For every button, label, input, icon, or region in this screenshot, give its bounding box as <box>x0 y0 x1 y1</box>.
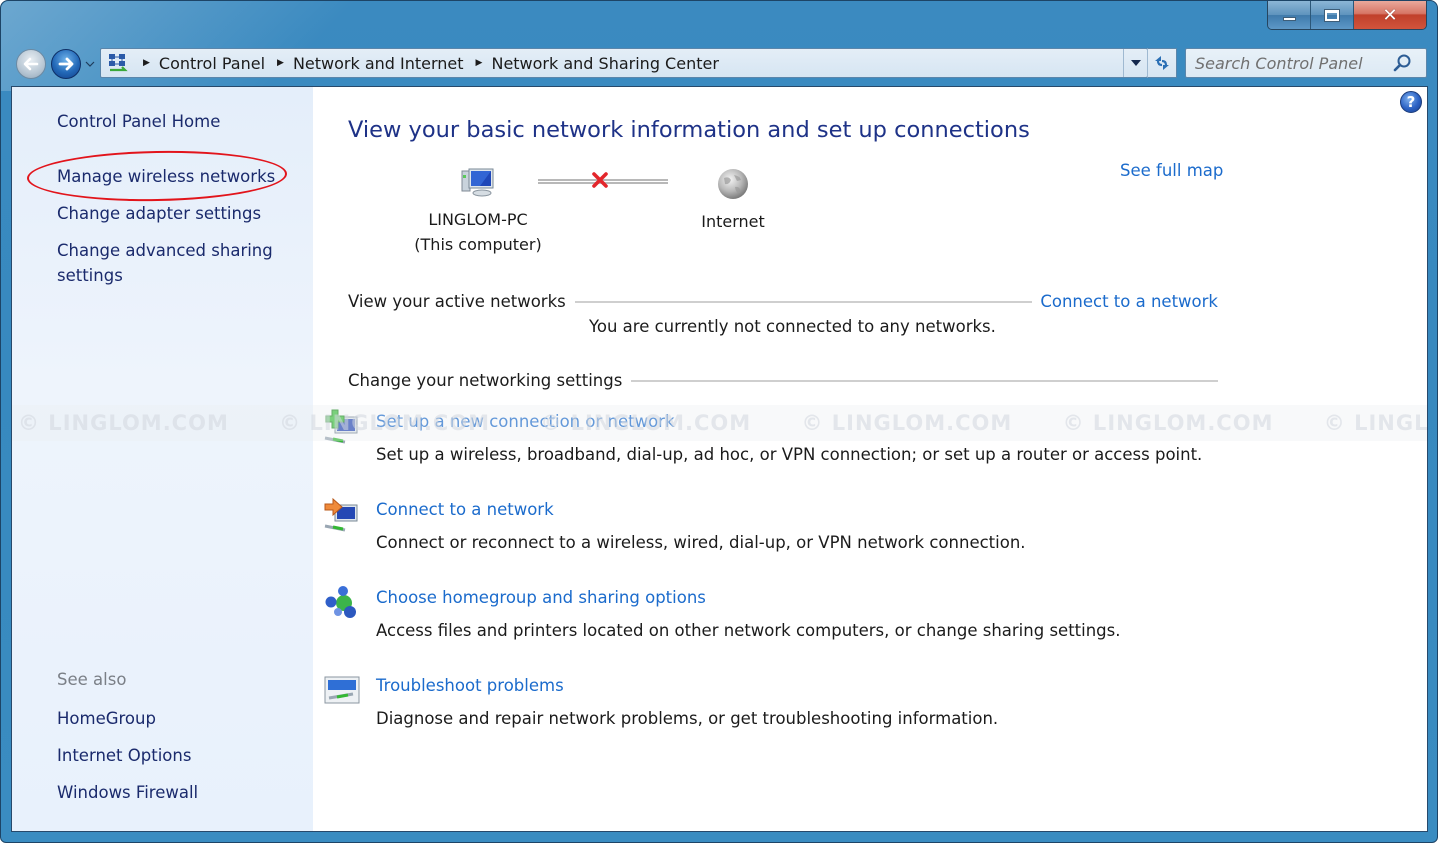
troubleshoot-icon <box>324 676 360 704</box>
network-icon <box>105 51 131 75</box>
search-icon[interactable] <box>1391 52 1413 74</box>
breadcrumb-separator[interactable]: ▶ <box>143 58 150 68</box>
connect-to-network-task-link[interactable]: Connect to a network <box>376 500 554 519</box>
content-area: Control Panel Home Manage wireless netwo… <box>11 86 1428 832</box>
task-description: Set up a wireless, broadband, dial-up, a… <box>376 445 1203 464</box>
computer-icon <box>461 168 494 197</box>
sidebar-link-homegroup[interactable]: HomeGroup <box>57 706 156 731</box>
sidebar-link-change-advanced-sharing-settings[interactable]: Change advanced sharing settings <box>57 238 287 288</box>
task-item: Connect to a network Connect or reconnec… <box>324 497 1026 555</box>
section-divider <box>574 300 1033 303</box>
internet-label: Internet <box>701 212 765 231</box>
close-button[interactable]: ✕ <box>1354 1 1426 29</box>
see-also-heading: See also <box>57 670 127 689</box>
homegroup-icon <box>325 586 356 618</box>
task-description: Access files and printers located on oth… <box>376 621 1121 640</box>
task-item: Choose homegroup and sharing options Acc… <box>325 586 1121 643</box>
globe-icon <box>718 169 748 199</box>
sidebar-link-windows-firewall[interactable]: Windows Firewall <box>57 780 198 805</box>
maximize-button[interactable] <box>1311 1 1354 29</box>
recent-pages-button[interactable] <box>85 59 95 69</box>
maximize-icon <box>1324 8 1340 22</box>
address-bar[interactable]: ▶ Control Panel ▶ Network and Internet ▶… <box>100 48 1148 78</box>
task-description: Connect or reconnect to a wireless, wire… <box>376 533 1026 552</box>
homegroup-sharing-link[interactable]: Choose homegroup and sharing options <box>376 588 706 607</box>
page-title: View your basic network information and … <box>348 117 1030 143</box>
chevron-down-icon <box>85 61 95 67</box>
search-input[interactable] <box>1186 53 1391 73</box>
sidebar-link-change-adapter-settings[interactable]: Change adapter settings <box>57 201 261 226</box>
search-box <box>1185 48 1427 78</box>
main-panel: ? View your basic network information an… <box>313 87 1427 831</box>
task-description: Diagnose and repair network problems, or… <box>376 709 999 728</box>
minimize-icon <box>1282 17 1296 21</box>
sidebar-link-internet-options[interactable]: Internet Options <box>57 743 191 768</box>
task-item: Troubleshoot problems Diagnose and repai… <box>324 674 999 731</box>
refresh-button[interactable] <box>1147 48 1177 78</box>
setup-new-connection-link[interactable]: Set up a new connection or network <box>376 412 675 431</box>
help-icon: ? <box>1406 93 1416 111</box>
networking-settings-header: Change your networking settings <box>348 371 1218 390</box>
map-node-internet[interactable]: Internet <box>683 167 783 234</box>
caption-buttons: ✕ <box>1267 1 1427 30</box>
active-networks-heading: View your active networks <box>348 292 566 311</box>
forward-button[interactable] <box>51 49 81 79</box>
sidebar-link-control-panel-home[interactable]: Control Panel Home <box>57 109 220 134</box>
arrow-left-icon <box>23 57 39 71</box>
breadcrumb-separator[interactable]: ▶ <box>476 58 483 68</box>
map-node-computer[interactable]: LINGLOM-PC (This computer) <box>408 167 548 257</box>
window-frame: ✕ ▶ Control Panel ▶ Network and Internet… <box>0 0 1438 843</box>
breadcrumb-separator[interactable]: ▶ <box>277 58 284 68</box>
minimize-button[interactable] <box>1268 1 1311 29</box>
sidebar: Control Panel Home Manage wireless netwo… <box>12 87 313 831</box>
section-divider <box>631 379 1218 382</box>
disconnected-x-icon[interactable] <box>590 170 610 190</box>
address-dropdown-button[interactable] <box>1123 49 1147 77</box>
chevron-down-icon <box>1130 60 1141 66</box>
arrow-right-icon <box>58 57 74 71</box>
new-connection-icon <box>324 409 358 444</box>
computer-name: LINGLOM-PC <box>428 210 528 229</box>
see-full-map-link[interactable]: See full map <box>1120 161 1223 180</box>
back-button[interactable] <box>16 49 46 79</box>
connect-network-icon <box>324 497 358 532</box>
refresh-icon <box>1155 56 1169 70</box>
sidebar-link-manage-wireless-networks[interactable]: Manage wireless networks <box>57 164 275 189</box>
breadcrumb-network-and-sharing-center[interactable]: Network and Sharing Center <box>491 54 718 73</box>
breadcrumb-network-and-internet[interactable]: Network and Internet <box>293 54 464 73</box>
close-icon: ✕ <box>1382 4 1398 26</box>
help-button[interactable]: ? <box>1400 91 1422 113</box>
networking-settings-heading: Change your networking settings <box>348 371 623 390</box>
task-item: Set up a new connection or network Set u… <box>324 409 1203 467</box>
troubleshoot-problems-link[interactable]: Troubleshoot problems <box>376 676 564 695</box>
computer-subtitle: (This computer) <box>414 235 542 254</box>
network-status-text: You are currently not connected to any n… <box>589 317 996 336</box>
connect-to-network-link[interactable]: Connect to a network <box>1040 292 1218 311</box>
active-networks-header: View your active networks Connect to a n… <box>348 292 1218 311</box>
breadcrumb-control-panel[interactable]: Control Panel <box>159 54 265 73</box>
